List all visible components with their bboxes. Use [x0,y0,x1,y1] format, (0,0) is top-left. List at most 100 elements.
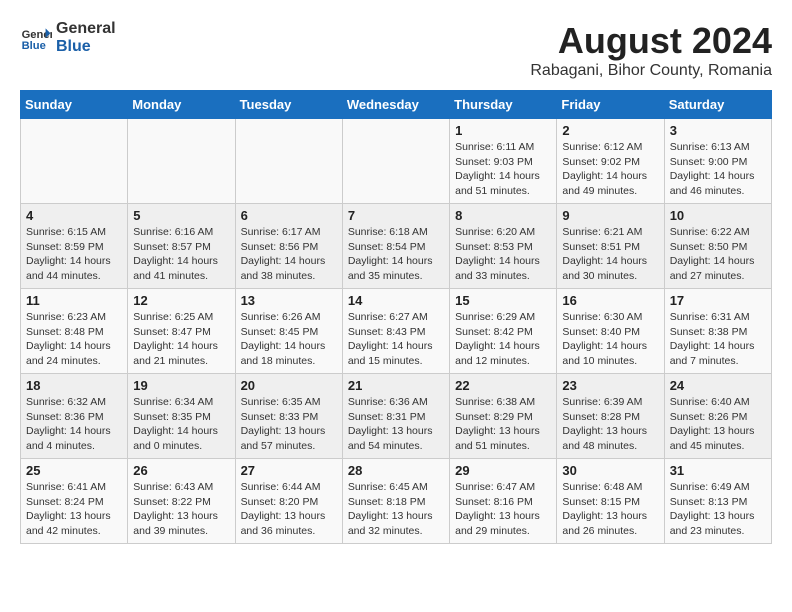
day-detail: Sunrise: 6:39 AM Sunset: 8:28 PM Dayligh… [562,395,658,454]
day-number: 17 [670,293,766,308]
calendar-cell: 8 Sunrise: 6:20 AM Sunset: 8:53 PM Daylig… [450,204,557,289]
weekday-header-thursday: Thursday [450,91,557,119]
day-number: 31 [670,463,766,478]
logo-icon: General Blue [20,22,52,54]
day-detail: Sunrise: 6:41 AM Sunset: 8:24 PM Dayligh… [26,480,122,539]
day-detail: Sunrise: 6:25 AM Sunset: 8:47 PM Dayligh… [133,310,229,369]
day-detail: Sunrise: 6:27 AM Sunset: 8:43 PM Dayligh… [348,310,444,369]
calendar-cell: 17 Sunrise: 6:31 AM Sunset: 8:38 PM Dayli… [664,289,771,374]
day-number: 27 [241,463,337,478]
day-detail: Sunrise: 6:38 AM Sunset: 8:29 PM Dayligh… [455,395,551,454]
day-detail: Sunrise: 6:16 AM Sunset: 8:57 PM Dayligh… [133,225,229,284]
logo-blue-text: Blue [56,38,116,56]
week-row-1: 1 Sunrise: 6:11 AM Sunset: 9:03 PM Daylig… [21,119,772,204]
calendar-cell: 13Sunrise: 6:26 AM Sunset: 8:45 PM Dayli… [235,289,342,374]
day-number: 6 [241,208,337,223]
day-detail: Sunrise: 6:35 AM Sunset: 8:33 PM Dayligh… [241,395,337,454]
day-number: 3 [670,123,766,138]
day-number: 1 [455,123,551,138]
calendar-cell: 12Sunrise: 6:25 AM Sunset: 8:47 PM Dayli… [128,289,235,374]
calendar-cell: 26 Sunrise: 6:43 AM Sunset: 8:22 PM Dayli… [128,459,235,544]
day-number: 13 [241,293,337,308]
day-detail: Sunrise: 6:34 AM Sunset: 8:35 PM Dayligh… [133,395,229,454]
day-detail: Sunrise: 6:20 AM Sunset: 8:53 PM Dayligh… [455,225,551,284]
calendar-cell: 11 Sunrise: 6:23 AM Sunset: 8:48 PM Dayli… [21,289,128,374]
day-number: 7 [348,208,444,223]
weekday-header-sunday: Sunday [21,91,128,119]
day-detail: Sunrise: 6:44 AM Sunset: 8:20 PM Dayligh… [241,480,337,539]
calendar-cell: 18 Sunrise: 6:32 AM Sunset: 8:36 PM Dayli… [21,374,128,459]
day-detail: Sunrise: 6:12 AM Sunset: 9:02 PM Dayligh… [562,140,658,199]
subtitle: Rabagani, Bihor County, Romania [530,62,772,80]
day-detail: Sunrise: 6:29 AM Sunset: 8:42 PM Dayligh… [455,310,551,369]
calendar-cell: 20Sunrise: 6:35 AM Sunset: 8:33 PM Dayli… [235,374,342,459]
day-number: 16 [562,293,658,308]
day-number: 15 [455,293,551,308]
calendar-cell: 10 Sunrise: 6:22 AM Sunset: 8:50 PM Dayli… [664,204,771,289]
day-number: 23 [562,378,658,393]
day-number: 5 [133,208,229,223]
calendar-cell: 31Sunrise: 6:49 AM Sunset: 8:13 PM Dayli… [664,459,771,544]
calendar-cell [342,119,449,204]
calendar-cell: 7 Sunrise: 6:18 AM Sunset: 8:54 PM Daylig… [342,204,449,289]
day-number: 8 [455,208,551,223]
day-number: 11 [26,293,122,308]
day-detail: Sunrise: 6:40 AM Sunset: 8:26 PM Dayligh… [670,395,766,454]
calendar-cell: 29 Sunrise: 6:47 AM Sunset: 8:16 PM Dayli… [450,459,557,544]
calendar-cell: 19 Sunrise: 6:34 AM Sunset: 8:35 PM Dayli… [128,374,235,459]
day-detail: Sunrise: 6:11 AM Sunset: 9:03 PM Dayligh… [455,140,551,199]
weekday-header-wednesday: Wednesday [342,91,449,119]
logo: General Blue General Blue [20,20,116,56]
day-number: 10 [670,208,766,223]
header: General Blue General Blue August 2024 Ra… [20,20,772,80]
day-number: 9 [562,208,658,223]
calendar-cell: 28Sunrise: 6:45 AM Sunset: 8:18 PM Dayli… [342,459,449,544]
day-number: 29 [455,463,551,478]
day-number: 19 [133,378,229,393]
day-number: 21 [348,378,444,393]
week-row-2: 4Sunrise: 6:15 AM Sunset: 8:59 PM Daylig… [21,204,772,289]
calendar-cell: 16Sunrise: 6:30 AM Sunset: 8:40 PM Dayli… [557,289,664,374]
calendar-cell: 2 Sunrise: 6:12 AM Sunset: 9:02 PM Daylig… [557,119,664,204]
day-detail: Sunrise: 6:47 AM Sunset: 8:16 PM Dayligh… [455,480,551,539]
day-number: 26 [133,463,229,478]
calendar-cell [235,119,342,204]
day-number: 18 [26,378,122,393]
day-detail: Sunrise: 6:32 AM Sunset: 8:36 PM Dayligh… [26,395,122,454]
day-detail: Sunrise: 6:18 AM Sunset: 8:54 PM Dayligh… [348,225,444,284]
week-row-5: 25 Sunrise: 6:41 AM Sunset: 8:24 PM Dayli… [21,459,772,544]
calendar-cell: 30Sunrise: 6:48 AM Sunset: 8:15 PM Dayli… [557,459,664,544]
weekday-header-tuesday: Tuesday [235,91,342,119]
calendar-cell: 3 Sunrise: 6:13 AM Sunset: 9:00 PM Daylig… [664,119,771,204]
calendar-cell: 22 Sunrise: 6:38 AM Sunset: 8:29 PM Dayli… [450,374,557,459]
weekday-header-friday: Friday [557,91,664,119]
calendar-cell: 15 Sunrise: 6:29 AM Sunset: 8:42 PM Dayli… [450,289,557,374]
calendar-cell: 21 Sunrise: 6:36 AM Sunset: 8:31 PM Dayli… [342,374,449,459]
day-detail: Sunrise: 6:22 AM Sunset: 8:50 PM Dayligh… [670,225,766,284]
calendar-cell [21,119,128,204]
day-detail: Sunrise: 6:21 AM Sunset: 8:51 PM Dayligh… [562,225,658,284]
day-number: 30 [562,463,658,478]
day-number: 24 [670,378,766,393]
day-detail: Sunrise: 6:31 AM Sunset: 8:38 PM Dayligh… [670,310,766,369]
calendar-cell: 27 Sunrise: 6:44 AM Sunset: 8:20 PM Dayli… [235,459,342,544]
weekday-header-row: SundayMondayTuesdayWednesdayThursdayFrid… [21,91,772,119]
week-row-4: 18 Sunrise: 6:32 AM Sunset: 8:36 PM Dayli… [21,374,772,459]
day-detail: Sunrise: 6:43 AM Sunset: 8:22 PM Dayligh… [133,480,229,539]
title-area: August 2024 Rabagani, Bihor County, Roma… [530,20,772,80]
calendar-cell: 1 Sunrise: 6:11 AM Sunset: 9:03 PM Daylig… [450,119,557,204]
day-number: 22 [455,378,551,393]
weekday-header-monday: Monday [128,91,235,119]
day-detail: Sunrise: 6:23 AM Sunset: 8:48 PM Dayligh… [26,310,122,369]
calendar-body: 1 Sunrise: 6:11 AM Sunset: 9:03 PM Daylig… [21,119,772,544]
svg-text:Blue: Blue [22,40,46,52]
day-number: 14 [348,293,444,308]
day-detail: Sunrise: 6:36 AM Sunset: 8:31 PM Dayligh… [348,395,444,454]
calendar-table: SundayMondayTuesdayWednesdayThursdayFrid… [20,90,772,544]
calendar-cell: 6Sunrise: 6:17 AM Sunset: 8:56 PM Daylig… [235,204,342,289]
day-number: 2 [562,123,658,138]
calendar-cell [128,119,235,204]
day-number: 25 [26,463,122,478]
day-detail: Sunrise: 6:13 AM Sunset: 9:00 PM Dayligh… [670,140,766,199]
calendar-cell: 23 Sunrise: 6:39 AM Sunset: 8:28 PM Dayli… [557,374,664,459]
